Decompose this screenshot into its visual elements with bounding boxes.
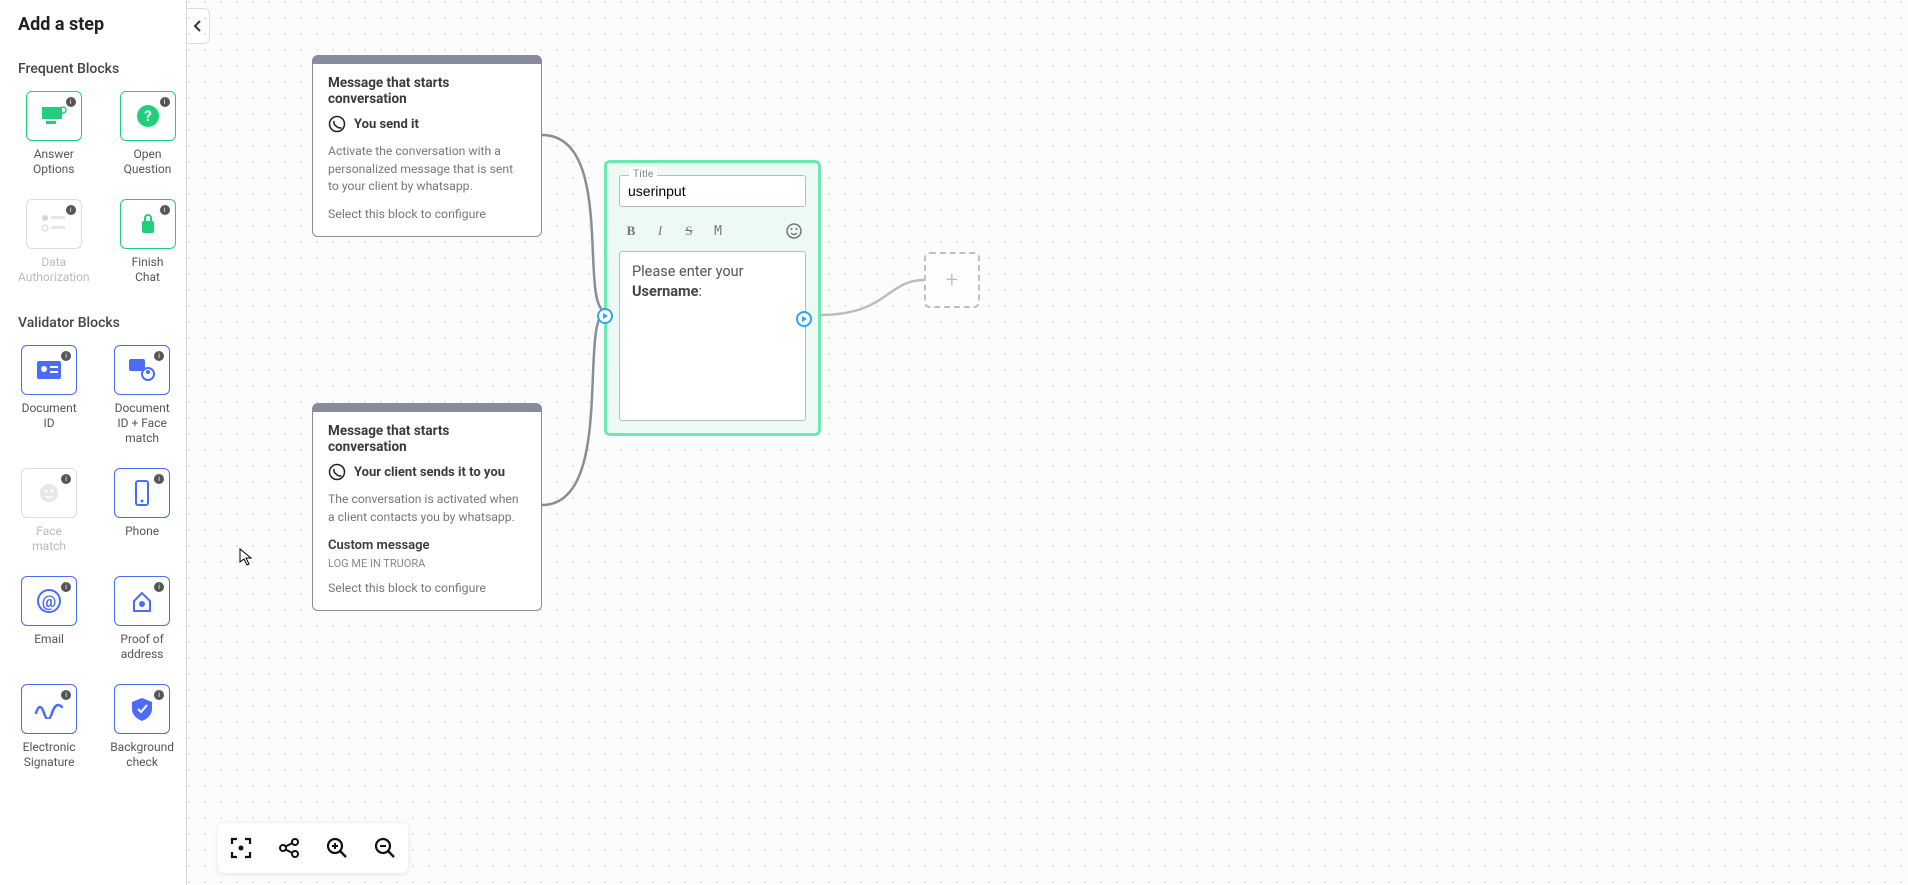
zoom-out-icon [374,837,396,859]
output-port[interactable] [796,311,812,327]
data-auth-icon [40,213,68,235]
node-title: Message that starts conversation [328,75,526,107]
node-desc: Activate the conversation with a persona… [328,143,526,196]
sidebar-title: Add a step [18,14,174,35]
mono-button[interactable]: M [708,221,728,241]
block-answer-options[interactable]: i Answer Options [18,91,90,177]
custom-message-title: Custom message [328,538,526,553]
node-start-client-sends[interactable]: Message that starts conversation Your cl… [312,403,542,611]
block-email[interactable]: i @ Email [18,576,80,662]
title-field-label: Title [629,167,657,180]
node-subtitle: You send it [354,117,419,132]
finish-chat-icon [137,211,159,237]
block-document-face[interactable]: i Document ID + Face match [110,345,174,446]
fit-view-button[interactable] [226,833,256,863]
phone-icon [133,480,151,506]
zoom-in-icon [326,837,348,859]
zoom-out-button[interactable] [370,833,400,863]
input-port[interactable] [597,308,613,324]
svg-text:@: @ [42,592,56,611]
bgcheck-icon [130,696,154,722]
face-match-icon [37,481,61,505]
whatsapp-icon [328,115,346,133]
emoji-button[interactable] [784,221,804,241]
block-document-id[interactable]: i Document ID [18,345,80,446]
answer-options-icon [40,104,68,128]
node-desc: The conversation is activated when a cli… [328,491,526,526]
message-body-editor[interactable]: Please enter your Username: [619,251,806,421]
section-validator-title: Validator Blocks [18,315,174,331]
mouse-cursor-icon [239,548,253,566]
emoji-icon [786,223,802,239]
node-title: Message that starts conversation [328,423,526,455]
node-hint: Select this block to configure [328,582,526,596]
svg-text:?: ? [144,107,151,125]
email-icon: @ [36,588,62,614]
signature-icon [34,699,64,719]
doc-face-icon [128,358,156,382]
node-hint: Select this block to configure [328,208,526,222]
block-face-match: i Face match [18,468,80,554]
custom-message-text: LOG ME IN TRUORA [328,557,526,570]
share-button[interactable] [274,833,304,863]
block-data-authorization: i Data Authorization [18,199,90,285]
flow-canvas[interactable]: Message that starts conversation You sen… [187,0,1908,885]
section-frequent-title: Frequent Blocks [18,61,174,77]
block-finish-chat[interactable]: i Finish Chat [120,199,176,285]
strike-button[interactable]: S [679,221,699,241]
node-userinput-editor[interactable]: Title B I S M Please enter your Username… [604,160,821,436]
fit-view-icon [230,837,252,859]
doc-id-icon [36,360,62,380]
sidebar: Add a step Frequent Blocks i Answer Opti… [0,0,187,885]
view-toolbar [218,823,408,873]
open-question-icon: ? [135,103,161,129]
share-icon [278,837,300,859]
node-subtitle: Your client sends it to you [354,465,505,480]
block-background-check[interactable]: i Background check [110,684,174,770]
address-icon [130,589,154,613]
zoom-in-button[interactable] [322,833,352,863]
italic-button[interactable]: I [650,221,670,241]
node-start-you-send[interactable]: Message that starts conversation You sen… [312,55,542,237]
add-step-placeholder[interactable]: + [924,252,980,308]
bold-button[interactable]: B [621,221,641,241]
frequent-blocks-grid: i Answer Options i ? Open Question i Dat… [18,91,174,285]
validator-blocks-grid: i Document ID i Document ID + Face match… [18,345,174,770]
whatsapp-icon [328,463,346,481]
format-toolbar: B I S M [619,217,806,251]
block-proof-address[interactable]: i Proof of address [110,576,174,662]
block-phone[interactable]: i Phone [110,468,174,554]
block-open-question[interactable]: i ? Open Question [120,91,176,177]
block-signature[interactable]: i Electronic Signature [18,684,80,770]
